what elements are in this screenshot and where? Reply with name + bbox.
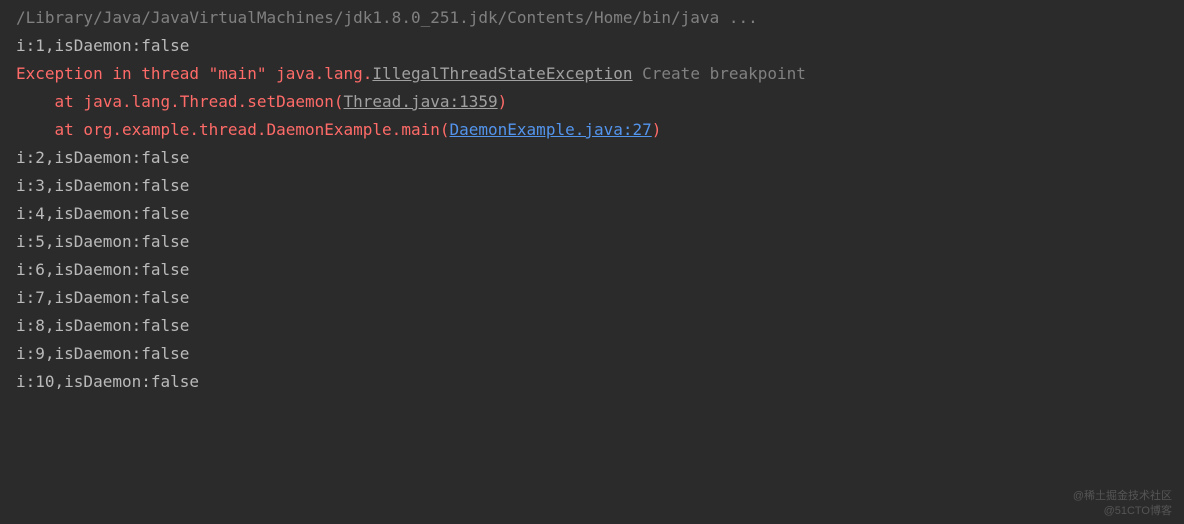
- stack-trace-container: at java.lang.Thread.setDaemon(Thread.jav…: [0, 88, 1184, 144]
- stack-indent: [16, 92, 55, 111]
- stack-suffix: ): [498, 92, 508, 111]
- output-line: i:3,isDaemon:false: [0, 172, 1184, 200]
- output-line: i:9,isDaemon:false: [0, 340, 1184, 368]
- stack-at-prefix: at java.lang.Thread.setDaemon(: [55, 92, 344, 111]
- output-line: i:2,isDaemon:false: [0, 144, 1184, 172]
- stack-indent: [16, 120, 55, 139]
- watermark-line1: @稀土掘金技术社区: [1073, 489, 1172, 503]
- exception-prefix: Exception in thread "main" java.lang.: [16, 64, 372, 83]
- output-line: i:4,isDaemon:false: [0, 200, 1184, 228]
- stack-frame: at java.lang.Thread.setDaemon(Thread.jav…: [0, 88, 1184, 116]
- output-line: i:7,isDaemon:false: [0, 284, 1184, 312]
- output-line: i:8,isDaemon:false: [0, 312, 1184, 340]
- exception-line: Exception in thread "main" java.lang.Ill…: [0, 60, 1184, 88]
- stack-frame: at org.example.thread.DaemonExample.main…: [0, 116, 1184, 144]
- command-line: /Library/Java/JavaVirtualMachines/jdk1.8…: [0, 4, 1184, 32]
- stack-source-link[interactable]: DaemonExample.java:27: [449, 120, 651, 139]
- stack-at-prefix: at org.example.thread.DaemonExample.main…: [55, 120, 450, 139]
- create-breakpoint-button[interactable]: Create breakpoint: [633, 64, 806, 83]
- output-line: i:5,isDaemon:false: [0, 228, 1184, 256]
- output-line: i:1,isDaemon:false: [0, 32, 1184, 60]
- exception-class-link[interactable]: IllegalThreadStateException: [372, 64, 632, 83]
- watermark-line2: @51CTO博客: [1073, 504, 1172, 518]
- watermark: @稀土掘金技术社区 @51CTO博客: [1073, 489, 1172, 518]
- output-after-container: i:2,isDaemon:falsei:3,isDaemon:falsei:4,…: [0, 144, 1184, 396]
- output-line: i:10,isDaemon:false: [0, 368, 1184, 396]
- stack-suffix: ): [652, 120, 662, 139]
- stack-source-link[interactable]: Thread.java:1359: [344, 92, 498, 111]
- output-line: i:6,isDaemon:false: [0, 256, 1184, 284]
